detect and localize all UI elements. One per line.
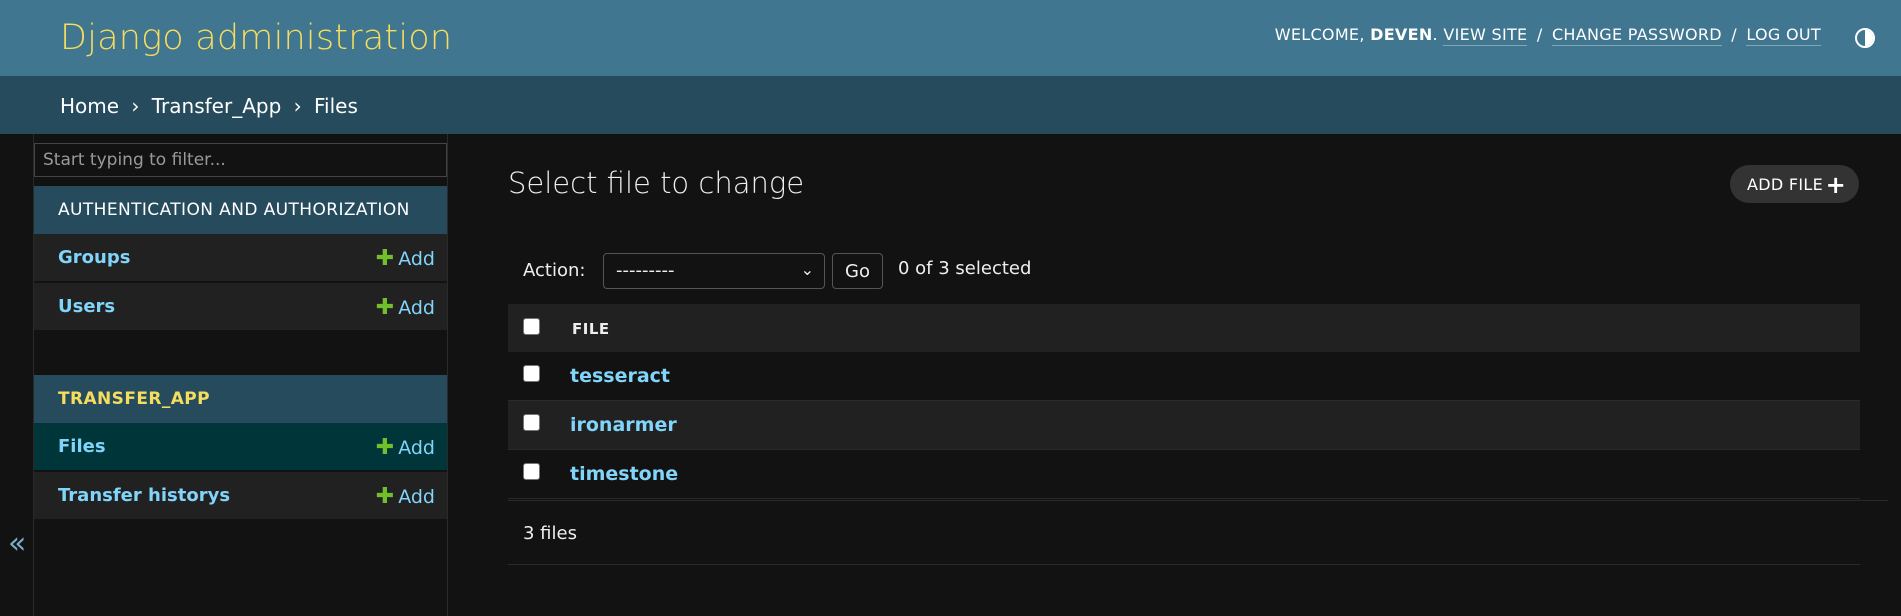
breadcrumb-home[interactable]: Home — [60, 94, 119, 118]
plus-icon: ✚ — [375, 484, 395, 509]
plus-icon: ✚ — [375, 246, 395, 271]
chevron-down-icon: ⌄ — [800, 260, 814, 279]
selected-count: 0 of 3 selected — [898, 258, 1032, 279]
paginator: 3 files — [523, 523, 577, 544]
plus-icon: + — [1825, 171, 1846, 199]
plus-icon: ✚ — [375, 435, 395, 460]
module-caption-transfer-app[interactable]: TRANSFER_APP — [34, 375, 447, 423]
breadcrumb: Home › Transfer_App › Files — [0, 76, 1901, 134]
add-file-link[interactable]: ✚ Add — [376, 435, 435, 460]
breadcrumb-separator: › — [131, 94, 140, 118]
separator: / — [1731, 25, 1737, 44]
table-row: ironarmer — [508, 401, 1860, 450]
sidebar-item-files: Files ✚ Add — [34, 423, 447, 471]
sidebar-item-transfer-historys: Transfer historys ✚ Add — [34, 472, 447, 520]
view-site-link[interactable]: VIEW SITE — [1443, 25, 1528, 46]
add-label: Add — [398, 297, 435, 319]
sidebar-item-groups: Groups ✚ Add — [34, 234, 447, 282]
action-selected-value: --------- — [616, 260, 675, 281]
nav-sidebar: AUTHENTICATION AND AUTHORIZATION Groups … — [34, 134, 448, 616]
action-select[interactable]: --------- ⌄ — [603, 253, 825, 289]
nav-sidebar-toggle: « — [0, 134, 34, 616]
nav-filter-input[interactable] — [34, 143, 447, 177]
row-checkbox[interactable] — [523, 463, 540, 480]
row-link[interactable]: timestone — [570, 463, 678, 485]
table-row: timestone — [508, 450, 1860, 499]
add-label: Add — [398, 486, 435, 508]
breadcrumb-app[interactable]: Transfer_App — [152, 94, 282, 118]
row-checkbox[interactable] — [523, 365, 540, 382]
breadcrumb-current: Files — [314, 94, 358, 118]
breadcrumb-separator: › — [293, 94, 302, 118]
add-group-link[interactable]: ✚ Add — [376, 246, 435, 271]
row-checkbox[interactable] — [523, 414, 540, 431]
welcome-suffix: . — [1432, 25, 1438, 44]
divider — [508, 564, 1860, 565]
sidebar-item-label[interactable]: Groups — [58, 247, 130, 268]
row-link[interactable]: tesseract — [570, 365, 670, 387]
username: DEVEN — [1370, 25, 1433, 44]
sidebar-item-users: Users ✚ Add — [34, 283, 447, 331]
add-transfer-history-link[interactable]: ✚ Add — [376, 484, 435, 509]
sidebar-item-label[interactable]: Files — [58, 436, 106, 457]
add-file-label: ADD FILE — [1747, 175, 1824, 194]
separator: / — [1536, 25, 1543, 44]
sidebar-item-label[interactable]: Transfer historys — [58, 485, 230, 506]
add-label: Add — [398, 248, 435, 270]
add-label: Add — [398, 437, 435, 459]
page-title: Select file to change — [508, 166, 805, 200]
collapse-sidebar-icon[interactable]: « — [8, 526, 26, 561]
divider — [508, 500, 1888, 501]
plus-icon: ✚ — [375, 295, 395, 320]
sidebar-item-label[interactable]: Users — [58, 296, 115, 317]
select-all-checkbox[interactable] — [523, 318, 540, 335]
log-out-link[interactable]: LOG OUT — [1746, 25, 1821, 46]
welcome-text: WELCOME, — [1274, 25, 1365, 44]
action-label: Action: — [523, 260, 586, 281]
add-user-link[interactable]: ✚ Add — [376, 295, 435, 320]
user-tools: WELCOME, DEVEN. VIEW SITE / CHANGE PASSW… — [1274, 25, 1821, 46]
go-button[interactable]: Go — [832, 253, 883, 289]
theme-toggle-icon[interactable] — [1855, 28, 1875, 48]
column-header-file[interactable]: FILE — [572, 320, 610, 338]
table-row: tesseract — [508, 352, 1860, 401]
header-bar: Django administration WELCOME, DEVEN. VI… — [0, 0, 1901, 76]
row-link[interactable]: ironarmer — [570, 414, 677, 436]
change-password-link[interactable]: CHANGE PASSWORD — [1551, 25, 1722, 46]
module-caption-auth[interactable]: AUTHENTICATION AND AUTHORIZATION — [34, 186, 447, 234]
table-header: FILE — [508, 304, 1860, 352]
site-branding[interactable]: Django administration — [60, 18, 452, 58]
add-file-button[interactable]: ADD FILE + — [1730, 165, 1859, 203]
